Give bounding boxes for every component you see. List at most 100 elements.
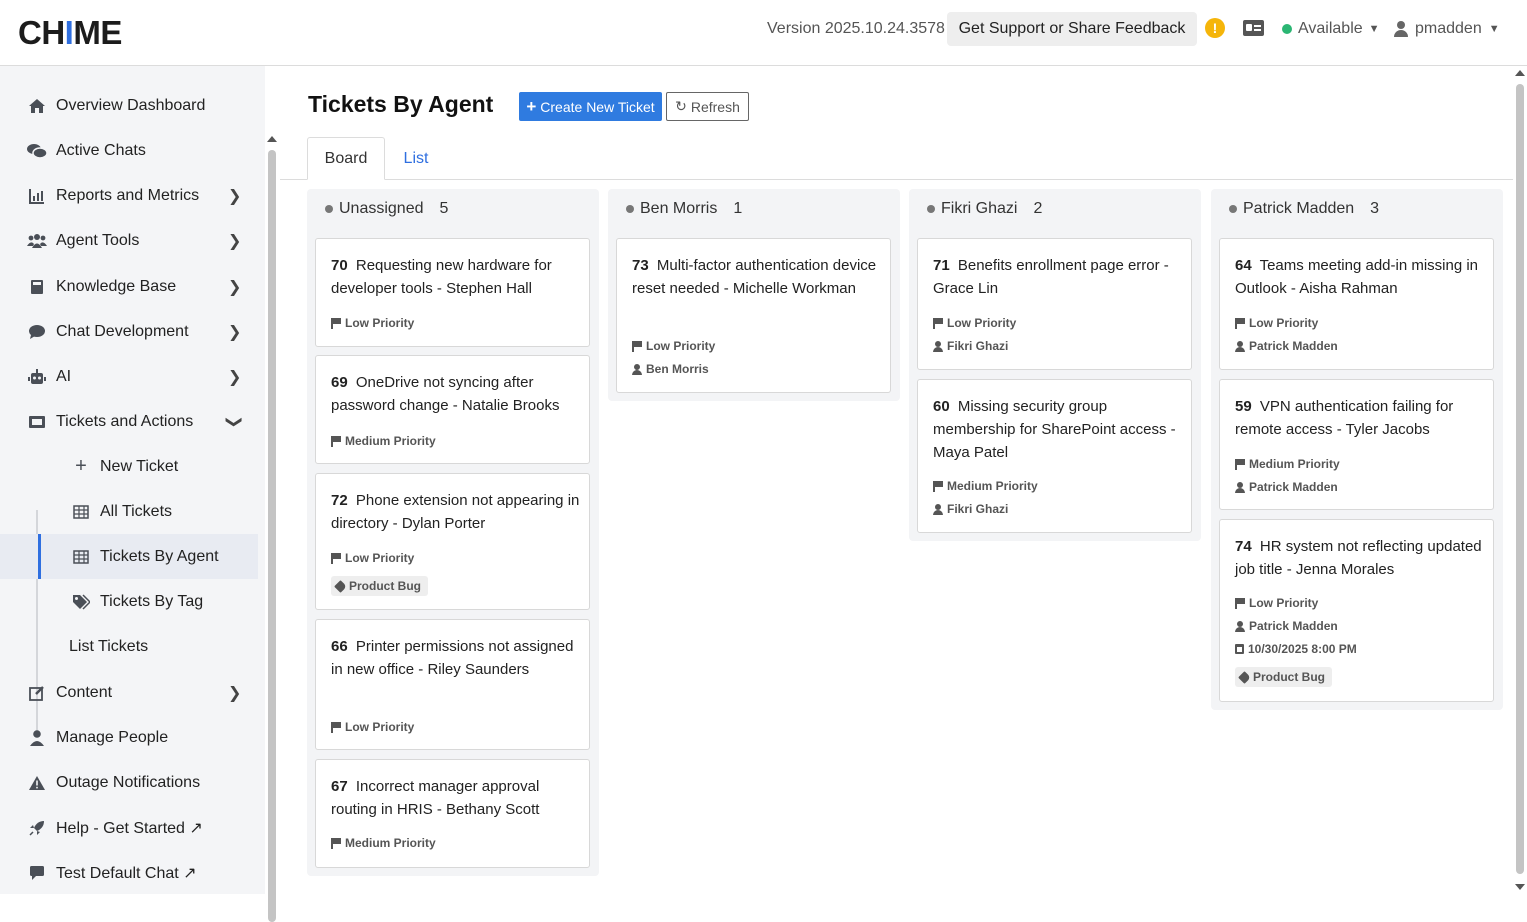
column-dot-icon (1229, 205, 1237, 213)
sidebar-item-outage-notifications[interactable]: Outage Notifications (0, 760, 258, 805)
tab-board[interactable]: Board (307, 137, 385, 180)
chime-logo[interactable]: CHIME (18, 14, 122, 52)
sidebar-item-tickets-by-agent[interactable]: Tickets By Agent (0, 534, 258, 579)
chevron-right-icon: ❯ (228, 684, 242, 702)
user-icon (27, 728, 47, 748)
board-column-ben-morris: Ben Morris 1 73 Multi-factor authenticat… (608, 189, 900, 401)
chevron-right-icon: ❯ (228, 232, 242, 250)
ticket-title: 69 OneDrive not syncing after password c… (331, 374, 560, 414)
chats-icon (27, 141, 47, 161)
sidebar-item-help-get-started[interactable]: Help - Get Started ↗ (0, 805, 258, 850)
main-scrollbar[interactable] (1516, 84, 1524, 874)
ticket-card[interactable]: 67 Incorrect manager approval routing in… (315, 759, 590, 868)
ticket-card[interactable]: 72 Phone extension not appearing in dire… (315, 473, 590, 610)
user-menu[interactable]: pmadden ▼ (1394, 20, 1500, 38)
ticket-card[interactable]: 64 Teams meeting add-in missing in Outlo… (1219, 238, 1494, 370)
ticket-card[interactable]: 70 Requesting new hardware for developer… (315, 238, 590, 347)
flag-icon (331, 435, 341, 447)
chart-icon (27, 186, 47, 206)
ticket-assignee: Patrick Madden (1235, 480, 1338, 494)
user-icon (933, 340, 943, 352)
user-icon (933, 503, 943, 515)
sidebar-item-agent-tools[interactable]: Agent Tools ❯ (0, 218, 258, 263)
id-card-icon[interactable] (1243, 20, 1264, 36)
sidebar-item-label: Manage People (56, 728, 169, 746)
sidebar-item-tickets-by-tag[interactable]: Tickets By Tag (0, 579, 258, 624)
ticket-assignee: Fikri Ghazi (933, 502, 1008, 516)
ticket-tag[interactable]: Product Bug (331, 576, 428, 596)
ticket-priority: Medium Priority (331, 836, 436, 850)
edit-icon (27, 683, 47, 703)
main-scroll-up-arrow[interactable] (1515, 70, 1525, 76)
sidebar-scrollbar[interactable] (268, 150, 276, 922)
column-header: Fikri Ghazi 2 (927, 200, 1042, 218)
column-name: Fikri Ghazi (941, 200, 1018, 217)
sidebar-item-tickets-and-actions[interactable]: Tickets and Actions ❯ (0, 399, 258, 444)
warning-icon[interactable]: ! (1205, 18, 1225, 38)
support-feedback-button[interactable]: Get Support or Share Feedback (947, 12, 1197, 46)
ticket-assignee: Patrick Madden (1235, 339, 1338, 353)
flag-icon (331, 721, 341, 733)
table-icon (71, 547, 91, 567)
create-new-ticket-button[interactable]: + Create New Ticket (519, 92, 662, 121)
sidebar-item-label: List Tickets (69, 637, 149, 655)
column-dot-icon (927, 205, 935, 213)
flag-icon (331, 317, 341, 329)
status-dropdown[interactable]: Available ▼ (1282, 20, 1380, 38)
sidebar-item-content[interactable]: Content ❯ (0, 670, 258, 715)
sidebar: Overview Dashboard Active Chats Reports … (0, 66, 277, 922)
main-scroll-down-arrow[interactable] (1515, 884, 1525, 890)
ticket-icon (27, 412, 47, 432)
message-icon (27, 863, 47, 883)
ticket-card[interactable]: 74 HR system not reflecting updated job … (1219, 519, 1494, 702)
ticket-title: 59 VPN authentication failing for remote… (1235, 398, 1454, 438)
ticket-tag[interactable]: Product Bug (1235, 667, 1332, 687)
ticket-priority: Low Priority (1235, 596, 1318, 610)
flag-icon (1235, 597, 1245, 609)
tab-list[interactable]: List (391, 137, 441, 180)
ticket-title: 70 Requesting new hardware for developer… (331, 257, 552, 297)
user-icon (1235, 620, 1245, 632)
sidebar-item-manage-people[interactable]: Manage People (0, 715, 258, 760)
sidebar-item-knowledge-base[interactable]: Knowledge Base ❯ (0, 264, 258, 309)
sidebar-item-label: Test Default Chat ↗ (56, 864, 197, 882)
ticket-card[interactable]: 66 Printer permissions not assigned in n… (315, 619, 590, 750)
sidebar-item-chat-development[interactable]: Chat Development ❯ (0, 309, 258, 354)
sidebar-item-label: Help - Get Started ↗ (56, 819, 203, 837)
sidebar-item-reports-and-metrics[interactable]: Reports and Metrics ❯ (0, 173, 258, 218)
flag-icon (1235, 317, 1245, 329)
board-column-fikri-ghazi: Fikri Ghazi 2 71 Benefits enrollment pag… (909, 189, 1201, 541)
user-icon (1235, 340, 1245, 352)
top-bar: CHIME Version 2025.10.24.3578 Get Suppor… (0, 0, 1527, 66)
ticket-title: 71 Benefits enrollment page error - Grac… (933, 257, 1169, 297)
ticket-title: 66 Printer permissions not assigned in n… (331, 638, 574, 678)
flag-icon (1235, 458, 1245, 470)
table-icon (71, 502, 91, 522)
ticket-card[interactable]: 71 Benefits enrollment page error - Grac… (917, 238, 1192, 370)
chevron-down-icon: ▼ (1368, 23, 1380, 35)
sidebar-item-all-tickets[interactable]: All Tickets (0, 489, 258, 534)
chevron-down-icon: ❯ (225, 414, 243, 429)
ticket-priority: Low Priority (1235, 316, 1318, 330)
ticket-card[interactable]: 59 VPN authentication failing for remote… (1219, 379, 1494, 510)
users-icon (27, 231, 47, 251)
column-count: 2 (1033, 200, 1043, 217)
comment-icon (27, 322, 47, 342)
sidebar-item-label: Content (56, 683, 113, 701)
sidebar-scroll-up-arrow[interactable] (267, 136, 277, 142)
sidebar-item-label: Active Chats (56, 141, 146, 159)
chevron-right-icon: ❯ (228, 368, 242, 386)
ticket-card[interactable]: 60 Missing security group membership for… (917, 379, 1192, 533)
ticket-title: 73 Multi-factor authentication device re… (632, 257, 877, 297)
sidebar-item-label: Overview Dashboard (56, 96, 206, 114)
sidebar-item-active-chats[interactable]: Active Chats (0, 128, 258, 173)
sidebar-item-ai[interactable]: AI ❯ (0, 354, 258, 399)
ticket-card[interactable]: 69 OneDrive not syncing after password c… (315, 355, 590, 464)
sidebar-item-new-ticket[interactable]: + New Ticket (0, 444, 258, 489)
refresh-button[interactable]: ↻ Refresh (666, 92, 749, 121)
ticket-card[interactable]: 73 Multi-factor authentication device re… (616, 238, 891, 393)
flag-icon (933, 317, 943, 329)
sidebar-item-list-tickets[interactable]: List Tickets (0, 624, 258, 669)
sidebar-item-overview-dashboard[interactable]: Overview Dashboard (0, 83, 258, 128)
sidebar-item-test-default-chat[interactable]: Test Default Chat ↗ (0, 850, 258, 895)
